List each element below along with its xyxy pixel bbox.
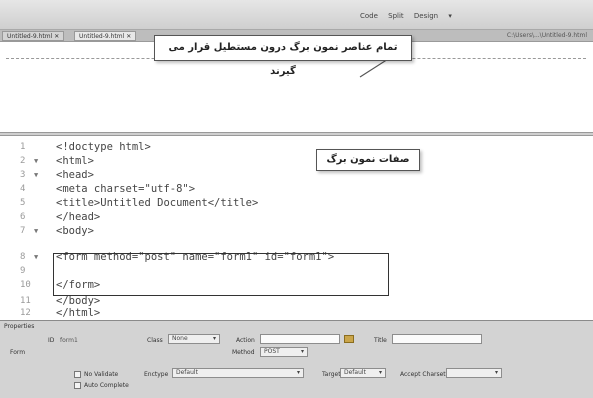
line-number: 6: [20, 212, 26, 222]
code-view-button[interactable]: Code: [360, 12, 378, 20]
chevron-down-icon[interactable]: ▾: [448, 12, 452, 20]
action-label: Action: [236, 337, 255, 344]
enctype-label: Enctype: [144, 371, 169, 378]
method-select[interactable]: POST ▾: [260, 347, 308, 357]
method-label: Method: [232, 349, 255, 356]
properties-panel-title: Properties: [4, 323, 35, 330]
code-text: </html>: [56, 307, 101, 319]
accept-charset-select[interactable]: ▾: [446, 368, 502, 378]
line-number: 9: [20, 266, 26, 276]
close-icon[interactable]: ✕: [54, 33, 59, 40]
code-text: <!doctype html>: [56, 141, 151, 153]
document-toolbar: Code Split Design ▾: [0, 0, 593, 30]
code-text: </head>: [56, 211, 101, 223]
close-icon[interactable]: ✕: [126, 33, 131, 40]
fold-icon[interactable]: ▼: [34, 250, 38, 264]
code-line: 12 </html>: [0, 306, 593, 320]
method-select-value: POST: [264, 348, 280, 355]
code-line: 2 ▼ <html>: [0, 154, 593, 168]
chevron-down-icon: ▾: [212, 335, 216, 342]
enctype-select-value: Default: [176, 369, 198, 376]
file-path: C:\Users\...\Untitled-9.html: [506, 32, 587, 39]
line-number: 10: [20, 280, 31, 290]
code-line: 4 <meta charset="utf-8">: [0, 182, 593, 196]
line-number: 12: [20, 308, 31, 318]
line-number: 4: [20, 184, 26, 194]
target-label: Target: [322, 371, 341, 378]
tab-left[interactable]: Untitled-9.html ✕: [2, 31, 65, 41]
target-select-value: Default: [344, 369, 366, 376]
code-text: <title>Untitled Document</title>: [56, 197, 259, 209]
code-line: 5 <title>Untitled Document</title>: [0, 196, 593, 210]
title-input[interactable]: [392, 334, 482, 344]
title-label: Title: [374, 337, 387, 344]
id-label: ID: [48, 337, 55, 344]
accept-charset-label: Accept Charset: [400, 371, 446, 378]
line-number: 1: [20, 142, 26, 152]
tab-active-label: Untitled-9.html: [79, 33, 125, 40]
fold-icon[interactable]: ▼: [34, 168, 38, 182]
id-value[interactable]: form1: [60, 337, 78, 344]
line-number: 5: [20, 198, 26, 208]
chevron-down-icon: ▾: [300, 348, 304, 355]
properties-panel: Properties Form ID form1 Class None ▾ Ac…: [0, 320, 593, 398]
code-line: 1 <!doctype html>: [0, 140, 593, 154]
action-input[interactable]: [260, 334, 340, 344]
fold-icon[interactable]: ▼: [34, 154, 38, 168]
code-line: 6 </head>: [0, 210, 593, 224]
class-select-value: None: [172, 335, 188, 342]
code-text: <body>: [56, 225, 94, 237]
view-switcher: Code Split Design ▾: [360, 12, 460, 20]
split-view-button[interactable]: Split: [388, 12, 404, 20]
chevron-down-icon: ▾: [494, 369, 498, 376]
no-validate-label: No Validate: [84, 371, 119, 378]
chevron-down-icon: ▾: [378, 369, 382, 376]
tab-active[interactable]: Untitled-9.html ✕: [74, 31, 137, 41]
design-view-button[interactable]: Design: [414, 12, 438, 20]
fold-icon[interactable]: ▼: [34, 224, 38, 238]
chevron-down-icon: ▾: [296, 369, 300, 376]
code-line: 7 ▼ <body>: [0, 224, 593, 238]
code-text: <head>: [56, 169, 94, 181]
code-text: <html>: [56, 155, 94, 167]
class-label: Class: [147, 337, 163, 344]
tab-left-label: Untitled-9.html: [7, 33, 53, 40]
folder-icon[interactable]: [344, 335, 354, 343]
design-view-callout: تمام عناصر نمون برگ درون مستطیل قرار می …: [154, 35, 412, 77]
auto-complete-label: Auto Complete: [84, 382, 129, 389]
form-type-label: Form: [10, 349, 26, 356]
form-attributes-callout: صفات نمون برگ: [316, 149, 420, 171]
enctype-select[interactable]: Default ▾: [172, 368, 304, 378]
code-text: <meta charset="utf-8">: [56, 183, 196, 195]
code-line: 3 ▼ <head>: [0, 168, 593, 182]
form-highlight-box: [53, 253, 389, 296]
class-select[interactable]: None ▾: [168, 334, 220, 344]
no-validate-checkbox[interactable]: [74, 371, 81, 378]
auto-complete-checkbox[interactable]: [74, 382, 81, 389]
target-select[interactable]: Default ▾: [340, 368, 386, 378]
